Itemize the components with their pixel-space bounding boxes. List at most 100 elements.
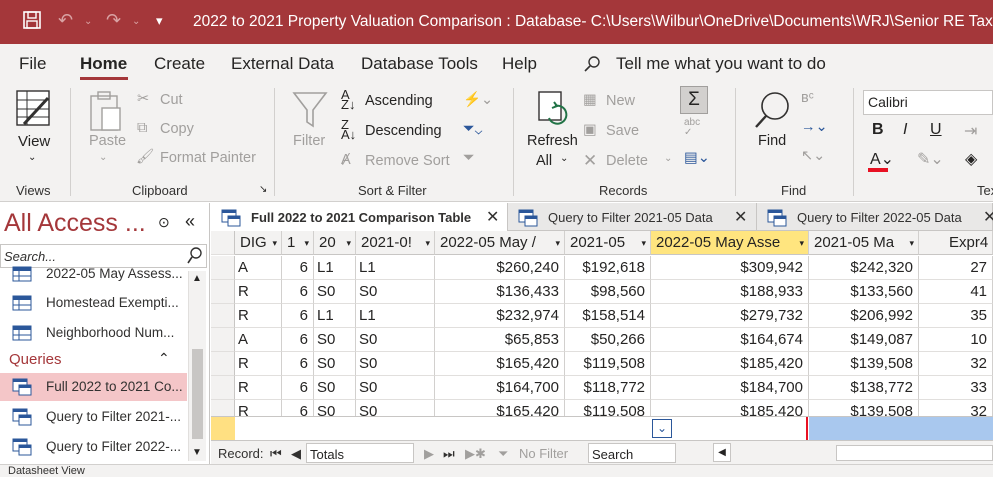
scroll-thumb[interactable] (192, 349, 203, 439)
column-header[interactable]: 20 ▾ (314, 231, 356, 255)
row-selector[interactable] (211, 304, 235, 328)
filter-status[interactable]: No Filter (519, 446, 568, 461)
table-cell[interactable]: L1 (314, 256, 356, 280)
table-cell[interactable]: $139,508 (809, 352, 919, 376)
clipboard-launcher-icon[interactable]: ↘ (259, 184, 267, 195)
descending-icon[interactable]: Z A↓ (341, 118, 356, 141)
refresh-all-icon[interactable] (535, 90, 573, 133)
table-cell[interactable]: S0 (314, 280, 356, 304)
find-button[interactable]: Find (758, 133, 786, 149)
nav-scrollbar[interactable]: ▲ ▼ (188, 271, 206, 461)
close-tab-icon[interactable]: ✕ (486, 207, 499, 227)
shutter-bar-icon[interactable]: « (185, 211, 195, 232)
table-cell[interactable]: $184,700 (651, 376, 809, 400)
collapse-section-icon[interactable]: ⌃ (158, 350, 170, 367)
save-icon[interactable] (22, 10, 42, 35)
table-cell[interactable]: 6 (282, 304, 314, 328)
advanced-filter-icon[interactable]: ⏷⌄ (463, 121, 482, 137)
copy-button[interactable]: Copy (160, 121, 194, 137)
column-header[interactable]: 1 ▾ (282, 231, 314, 255)
select-all-cell[interactable] (211, 231, 235, 255)
save-record-button[interactable]: Save (606, 123, 639, 139)
nav-item-query-filter-2021[interactable]: Query to Filter 2021-... (0, 403, 187, 431)
descending-button[interactable]: Descending (365, 123, 442, 139)
row-selector[interactable] (211, 280, 235, 304)
table-cell[interactable]: S0 (356, 352, 435, 376)
undo-icon[interactable]: ↶ (58, 10, 73, 31)
row-selector[interactable] (211, 352, 235, 376)
table-cell[interactable]: $260,240 (435, 256, 565, 280)
totals-sigma-icon[interactable]: Σ (680, 86, 708, 114)
indent-icon[interactable]: ⇥ (964, 121, 977, 141)
delete-icon[interactable]: ✕ (583, 151, 597, 171)
column-header[interactable]: 2021-05 ▾ (565, 231, 651, 255)
table-cell[interactable]: S0 (314, 376, 356, 400)
table-cell[interactable]: S0 (356, 328, 435, 352)
table-cell[interactable]: $118,772 (565, 376, 651, 400)
nav-item-table[interactable]: Homestead Exempti... (0, 289, 187, 317)
paste-icon[interactable] (88, 90, 124, 137)
doc-tab-filter-2021[interactable]: Query to Filter 2021-05 Data ✕ (508, 203, 757, 231)
replace-icon[interactable]: ʙᶜ (801, 90, 814, 106)
table-cell[interactable]: 6 (282, 376, 314, 400)
current-record-field[interactable]: Totals (306, 443, 414, 463)
nav-pane-title[interactable]: All Access ... (4, 209, 146, 238)
queries-section-header[interactable]: Queries (9, 351, 62, 368)
table-cell[interactable]: R (235, 304, 282, 328)
hscroll-thumb[interactable] (836, 445, 993, 461)
table-cell[interactable]: $165,420 (435, 352, 565, 376)
cut-icon[interactable]: ✂ (137, 91, 149, 107)
table-cell[interactable]: $65,853 (435, 328, 565, 352)
search-field[interactable]: Search (588, 443, 676, 463)
table-cell[interactable]: $158,514 (565, 304, 651, 328)
fill-color-icon[interactable]: ◈ (965, 149, 977, 169)
table-cell[interactable]: 6 (282, 256, 314, 280)
no-filter-icon[interactable]: ⏷ (498, 446, 508, 462)
selection-filter-icon[interactable]: ⚡⌄ (463, 91, 493, 108)
ascending-button[interactable]: Ascending (365, 93, 433, 109)
tab-home[interactable]: Home (80, 54, 127, 74)
paste-button[interactable]: Paste (89, 133, 126, 149)
italic-button[interactable]: I (903, 121, 907, 139)
table-cell[interactable]: $164,674 (651, 328, 809, 352)
remove-sort-icon[interactable]: Ⱥ (341, 152, 351, 168)
nav-item-query-filter-2022[interactable]: Query to Filter 2022-... (0, 433, 187, 461)
table-cell[interactable]: A (235, 256, 282, 280)
row-selector[interactable] (211, 376, 235, 400)
table-cell[interactable]: 33 (919, 376, 993, 400)
row-selector[interactable] (211, 256, 235, 280)
table-cell[interactable]: R (235, 280, 282, 304)
scroll-down-icon[interactable]: ▼ (192, 447, 202, 458)
spelling-icon[interactable]: abc ✓ (684, 118, 700, 138)
column-header[interactable]: 2022-05 May / ▾ (435, 231, 565, 255)
first-record-icon[interactable]: ⏮ (270, 446, 282, 462)
last-record-icon[interactable]: ⏭ (443, 446, 455, 462)
row-selector[interactable] (211, 328, 235, 352)
nav-search-icon[interactable] (187, 247, 203, 268)
remove-sort-button[interactable]: Remove Sort (365, 153, 450, 169)
table-cell[interactable]: $149,087 (809, 328, 919, 352)
table-cell[interactable]: 41 (919, 280, 993, 304)
ascending-icon[interactable]: A Z↓ (341, 88, 355, 111)
table-cell[interactable]: $232,974 (435, 304, 565, 328)
table-cell[interactable]: L1 (356, 304, 435, 328)
new-record-nav-icon[interactable]: ▶✱ (465, 446, 486, 462)
doc-tab-filter-2022[interactable]: Query to Filter 2022-05 Data ✕ (757, 203, 993, 231)
table-cell[interactable]: $133,560 (809, 280, 919, 304)
column-header[interactable]: Expr4 (919, 231, 993, 255)
nav-item-query-full-comparison[interactable]: Full 2022 to 2021 Co... (0, 373, 187, 401)
more-records-icon[interactable]: ▤⌄ (684, 150, 710, 166)
highlight-icon[interactable]: ✎⌄ (917, 149, 944, 169)
close-tab-icon[interactable]: ✕ (983, 207, 993, 227)
table-cell[interactable]: $185,420 (651, 352, 809, 376)
tab-create[interactable]: Create (154, 54, 205, 74)
underline-button[interactable]: U (930, 121, 942, 139)
refresh-dropdown-icon[interactable]: ⌄ (560, 153, 568, 164)
filter-button[interactable]: Filter (293, 133, 325, 149)
select-icon[interactable]: ↖⌄ (801, 148, 825, 164)
nav-item-table[interactable]: 2022-05 May Assess... (0, 260, 187, 288)
totals-dropdown-button[interactable]: ⌄ (652, 419, 672, 438)
format-painter-button[interactable]: Format Painter (160, 150, 256, 166)
delete-dropdown-icon[interactable]: ⌄ (664, 153, 672, 164)
table-cell[interactable]: $138,772 (809, 376, 919, 400)
